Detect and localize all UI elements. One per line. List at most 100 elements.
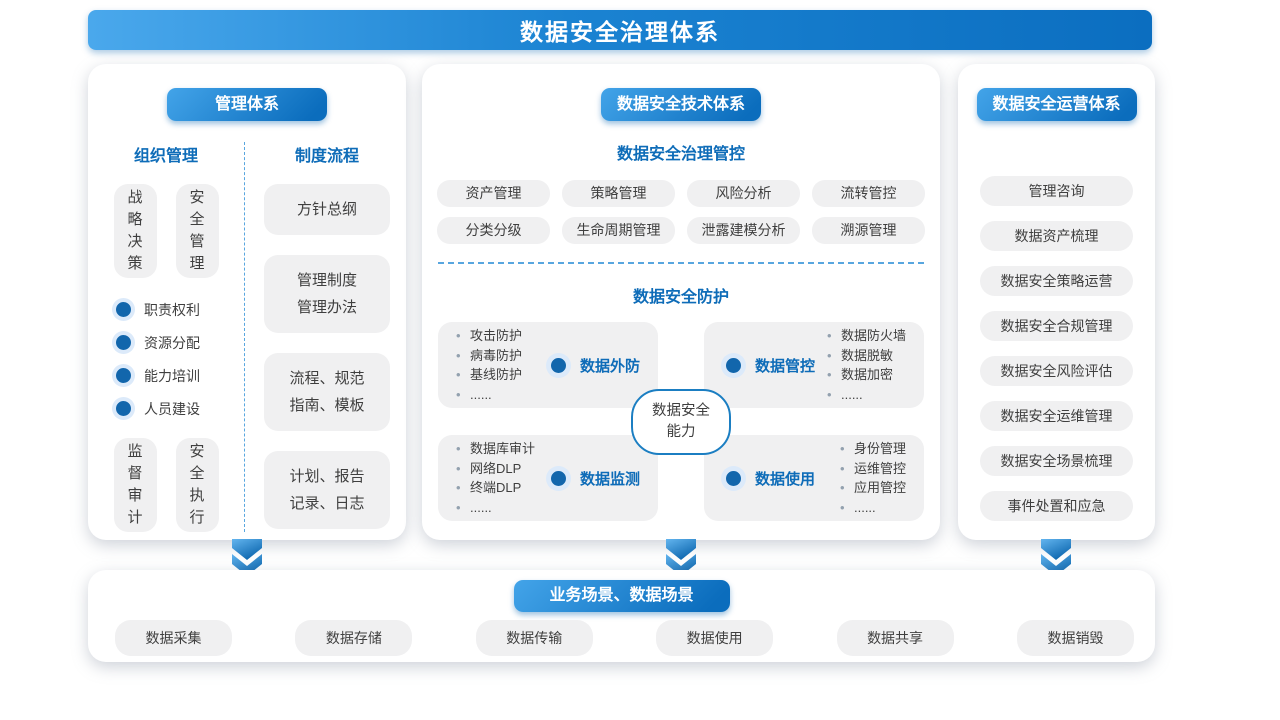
protection-title: 数据安全防护 <box>422 283 940 307</box>
page-title: 数据安全治理体系 <box>88 10 1152 50</box>
bullet-dot-icon <box>726 358 741 373</box>
scenario-sorting-box: 数据安全场景梳理 <box>980 446 1133 476</box>
list-item: 人员建设 <box>116 392 244 425</box>
scenarios-row: 数据采集 数据存储 数据传输 数据使用 数据共享 数据销毁 <box>88 620 1155 656</box>
policy-outline-box: 方针总纲 <box>264 184 390 235</box>
operations-system-header: 数据安全运营体系 <box>977 88 1137 121</box>
data-monitoring-box: 数据库审计 网络DLP 终端DLP ...... 数据监测 <box>438 435 658 521</box>
org-top-boxes: 战略决策 安全管理 <box>88 184 244 278</box>
organization-management-title: 组织管理 <box>88 142 244 166</box>
ops-maintenance-box: 数据安全运维管理 <box>980 401 1133 431</box>
strategy-decision-label: 战略决策 <box>127 187 143 275</box>
data-control-items: 数据防火墙 数据脱敏 数据加密 ...... <box>825 326 906 404</box>
compliance-management-box: 数据安全合规管理 <box>980 311 1133 341</box>
leak-modeling-box: 泄露建模分析 <box>687 217 800 244</box>
data-monitoring-label-group: 数据监测 <box>545 468 640 489</box>
list-item: 攻击防护 <box>454 326 522 346</box>
data-control-label: 数据管控 <box>755 355 815 376</box>
list-item-label: 人员建设 <box>144 399 200 419</box>
list-item: 身份管理 <box>838 439 906 459</box>
risk-assessment-box: 数据安全风险评估 <box>980 356 1133 386</box>
bullet-dot-icon <box>116 401 131 416</box>
policy-operation-box: 数据安全策略运营 <box>980 266 1133 296</box>
operations-system-panel: 数据安全运营体系 管理咨询 数据资产梳理 数据安全策略运营 数据安全合规管理 数… <box>958 64 1155 540</box>
governance-control-title: 数据安全治理管控 <box>422 140 940 164</box>
list-item: 职责权利 <box>116 293 244 326</box>
data-monitoring-items: 数据库审计 网络DLP 终端DLP ...... <box>454 439 535 517</box>
flow-control-box: 流转管控 <box>812 180 925 207</box>
process-title: 制度流程 <box>264 142 390 166</box>
bullet-dot-icon <box>551 358 566 373</box>
data-usage-box: 数据使用 身份管理 运维管控 应用管控 ...... <box>704 435 924 521</box>
data-destruction-box: 数据销毁 <box>1017 620 1134 656</box>
security-execution-box: 安全执行 <box>176 438 219 532</box>
data-usage-label: 数据使用 <box>755 468 815 489</box>
org-bullet-list: 职责权利 资源分配 能力培训 人员建设 <box>88 293 244 425</box>
management-system-panel: 管理体系 组织管理 战略决策 安全管理 职责权利 资源分配 能力培训 人员建设 … <box>88 64 406 540</box>
list-item: 能力培训 <box>116 359 244 392</box>
process-templates-box: 流程、规范 指南、模板 <box>264 353 390 431</box>
data-usage-scenario-box: 数据使用 <box>656 620 773 656</box>
list-item: ...... <box>825 385 906 405</box>
bullet-dot-icon <box>726 471 741 486</box>
data-security-capability-badge: 数据安全 能力 <box>631 389 731 455</box>
security-management-box: 安全管理 <box>176 184 219 278</box>
policy-management-box: 策略管理 <box>562 180 675 207</box>
management-rules-box: 管理制度 管理办法 <box>264 255 390 333</box>
external-defense-label-group: 数据外防 <box>545 355 640 376</box>
management-consulting-box: 管理咨询 <box>980 176 1133 206</box>
data-storage-box: 数据存储 <box>295 620 412 656</box>
list-item: 终端DLP <box>454 478 535 498</box>
bullet-dot-icon <box>116 302 131 317</box>
data-control-box: 数据管控 数据防火墙 数据脱敏 数据加密 ...... <box>704 322 924 408</box>
supervision-audit-box: 监督审计 <box>114 438 157 532</box>
dashed-divider <box>438 262 924 264</box>
list-item-label: 能力培训 <box>144 366 200 386</box>
list-item: 资源分配 <box>116 326 244 359</box>
strategy-decision-box: 战略决策 <box>114 184 157 278</box>
scenarios-panel: 业务场景、数据场景 数据采集 数据存储 数据传输 数据使用 数据共享 数据销毁 <box>88 570 1155 662</box>
supervision-audit-label: 监督审计 <box>127 441 143 529</box>
technology-system-panel: 数据安全技术体系 数据安全治理管控 资产管理 策略管理 风险分析 流转管控 分类… <box>422 64 940 540</box>
protection-grid: 攻击防护 病毒防护 基线防护 ...... 数据外防 数据管控 数据防火墙 数据 <box>438 322 924 521</box>
org-bottom-boxes: 监督审计 安全执行 <box>88 438 244 532</box>
technology-system-header: 数据安全技术体系 <box>601 88 761 121</box>
security-execution-label: 安全执行 <box>189 441 205 529</box>
bullet-dot-icon <box>116 335 131 350</box>
data-transmission-box: 数据传输 <box>476 620 593 656</box>
security-management-label: 安全管理 <box>189 187 205 275</box>
list-item: ...... <box>454 385 522 405</box>
external-defense-items: 攻击防护 病毒防护 基线防护 ...... <box>454 326 522 404</box>
list-item-label: 职责权利 <box>144 300 200 320</box>
list-item: 数据防火墙 <box>825 326 906 346</box>
data-asset-sorting-box: 数据资产梳理 <box>980 221 1133 251</box>
list-item: 数据脱敏 <box>825 346 906 366</box>
scenarios-header: 业务场景、数据场景 <box>514 580 730 612</box>
list-item: 运维管控 <box>838 459 906 479</box>
list-item: 基线防护 <box>454 365 522 385</box>
classification-box: 分类分级 <box>437 217 550 244</box>
data-usage-items: 身份管理 运维管控 应用管控 ...... <box>838 439 906 517</box>
data-usage-label-group: 数据使用 <box>720 468 815 489</box>
bullet-dot-icon <box>551 471 566 486</box>
operations-list: 管理咨询 数据资产梳理 数据安全策略运营 数据安全合规管理 数据安全风险评估 数… <box>958 176 1155 521</box>
data-control-label-group: 数据管控 <box>720 355 815 376</box>
list-item: 病毒防护 <box>454 346 522 366</box>
plans-logs-box: 计划、报告 记录、日志 <box>264 451 390 529</box>
data-security-governance-diagram: 数据安全治理体系 管理体系 组织管理 战略决策 安全管理 职责权利 资源分配 能… <box>0 0 1280 720</box>
organization-management-column: 组织管理 战略决策 安全管理 职责权利 资源分配 能力培训 人员建设 监督审计 … <box>88 142 244 532</box>
list-item: 数据加密 <box>825 365 906 385</box>
external-defense-label: 数据外防 <box>580 355 640 376</box>
list-item: ...... <box>838 498 906 518</box>
list-item: 应用管控 <box>838 478 906 498</box>
traceability-box: 溯源管理 <box>812 217 925 244</box>
management-columns: 组织管理 战略决策 安全管理 职责权利 资源分配 能力培训 人员建设 监督审计 … <box>88 142 406 532</box>
asset-management-box: 资产管理 <box>437 180 550 207</box>
data-collection-box: 数据采集 <box>115 620 232 656</box>
data-sharing-box: 数据共享 <box>837 620 954 656</box>
list-item: 数据库审计 <box>454 439 535 459</box>
risk-analysis-box: 风险分析 <box>687 180 800 207</box>
external-defense-box: 攻击防护 病毒防护 基线防护 ...... 数据外防 <box>438 322 658 408</box>
management-system-header: 管理体系 <box>167 88 327 121</box>
lifecycle-management-box: 生命周期管理 <box>562 217 675 244</box>
